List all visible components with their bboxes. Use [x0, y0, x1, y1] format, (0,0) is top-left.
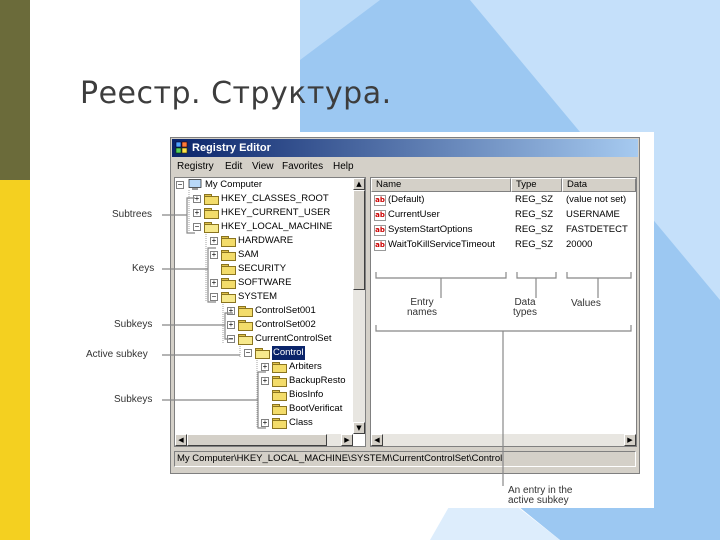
- annotation-values: Values: [571, 298, 601, 309]
- annotation-active-entry-line2: active subkey: [508, 495, 569, 506]
- annotation-subkeys-lower: Subkeys: [114, 394, 153, 405]
- annotation-entry-names-line2: names: [406, 307, 437, 318]
- annotation-entry-names: Entry names: [404, 298, 440, 318]
- annotation-data-types: Data types: [510, 298, 540, 318]
- annotation-lines: [162, 197, 632, 486]
- annotation-subtrees: Subtrees: [112, 209, 153, 220]
- annotation-active-entry: An entry in the active subkey: [508, 486, 572, 506]
- annotation-data-types-line2: types: [513, 307, 537, 318]
- annotation-subkeys: Subkeys: [114, 319, 153, 330]
- annotation-active-subkey: Active subkey: [86, 349, 148, 360]
- annotation-keys: Keys: [132, 263, 155, 274]
